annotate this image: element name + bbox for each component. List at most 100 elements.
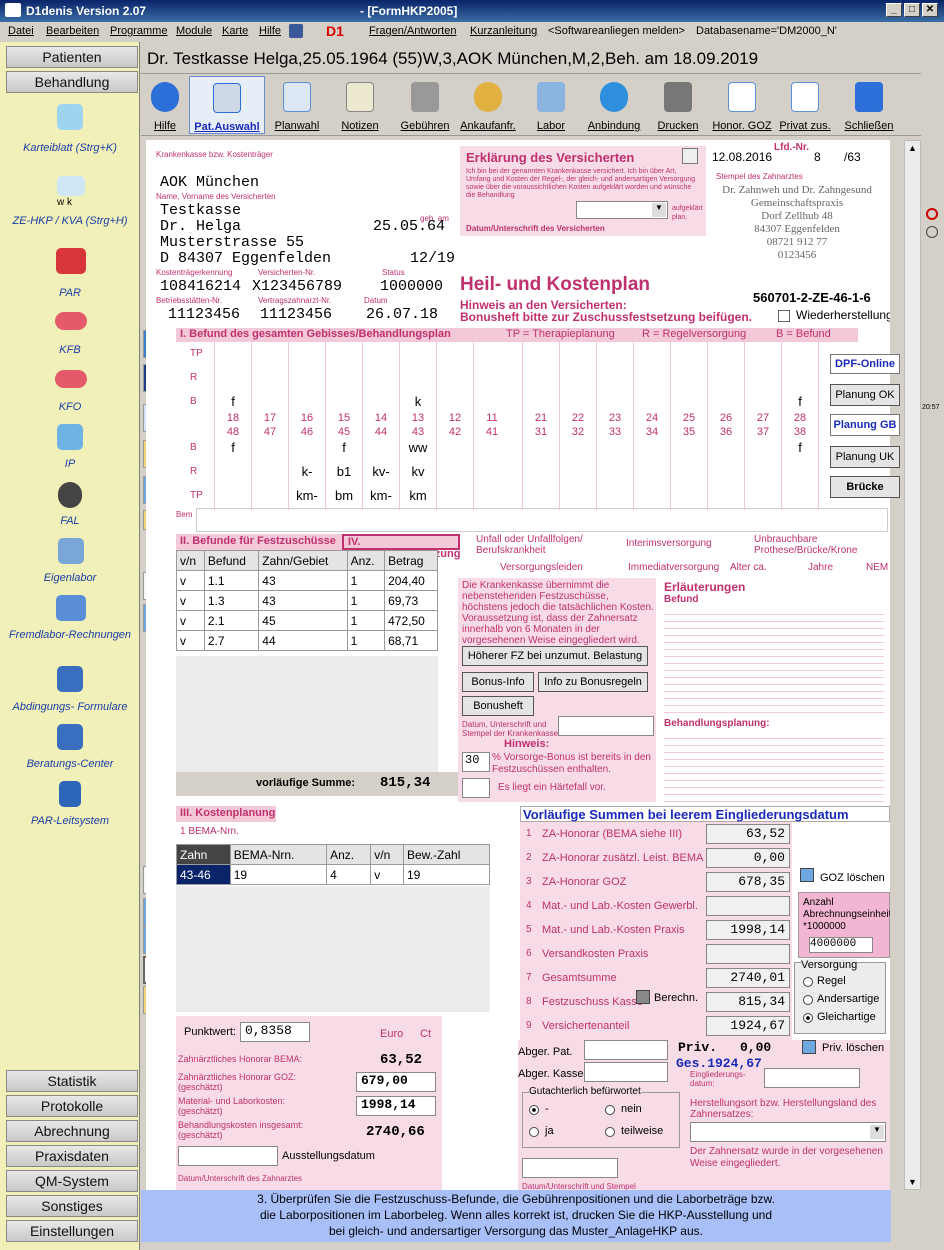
bonusheft-button[interactable]: Bonusheft — [462, 696, 534, 716]
regel-cell[interactable]: k- — [290, 464, 324, 479]
nav-fal[interactable]: FAL — [4, 514, 136, 529]
gutachten-datum-input[interactable] — [522, 1158, 618, 1178]
bonusregeln-button[interactable]: Info zu Bonusregeln — [538, 672, 648, 692]
tp-cell[interactable]: km- — [364, 488, 398, 503]
menu-hilfe[interactable]: Hilfe — [259, 25, 281, 37]
notizen-button[interactable]: Notizen — [331, 76, 389, 134]
schliessen-button[interactable]: Schließen — [841, 76, 897, 134]
gebuehren-button[interactable]: Gebühren — [397, 76, 453, 134]
befund-cell[interactable]: f — [216, 394, 250, 409]
menu-programme[interactable]: Programme — [110, 25, 167, 37]
haertefall-checkbox[interactable] — [462, 778, 490, 798]
befund-cell[interactable]: f — [783, 394, 817, 409]
zuschussfestsetzung-tab[interactable]: IV. Zuschussfestsetzung — [342, 534, 460, 560]
menu-karte[interactable]: Karte — [222, 25, 248, 37]
table-row[interactable]: v 2.7 44 1 68,71 — [176, 630, 438, 651]
summen-row-value[interactable]: 1998,14 — [706, 920, 790, 940]
befund-cell[interactable]: f — [216, 440, 250, 455]
wiederherstellung-checkbox[interactable] — [778, 310, 790, 322]
facebook-icon[interactable] — [289, 24, 303, 38]
tp-cell[interactable]: km- — [290, 488, 324, 503]
head-icon[interactable] — [58, 482, 82, 508]
radio-regel[interactable] — [803, 977, 813, 987]
behandlung-select[interactable]: ▼ — [576, 201, 668, 219]
alarm-clock-icon[interactable] — [926, 208, 938, 220]
toothbrush-icon[interactable] — [57, 424, 83, 450]
checklist-icon[interactable] — [59, 781, 81, 807]
honorar-goz-input[interactable]: 679,00 — [356, 1072, 436, 1092]
help-button[interactable]: Hilfe — [143, 76, 187, 134]
nav-kfb[interactable]: KFB — [4, 343, 136, 358]
herstellungsort-select[interactable]: ▼ — [690, 1122, 886, 1142]
regel-cell[interactable]: kv- — [364, 464, 398, 479]
menu-module[interactable]: Module — [176, 25, 212, 37]
radio-gutachten-teilweise[interactable] — [605, 1127, 615, 1137]
minimize-button[interactable]: _ — [886, 3, 902, 17]
form-user-icon[interactable] — [57, 666, 83, 692]
summen-row-value[interactable]: 815,34 — [706, 992, 790, 1012]
drucken-button[interactable]: Drucken — [653, 76, 703, 134]
befund-cell[interactable]: f — [327, 440, 361, 455]
invoice-icon[interactable] — [56, 595, 86, 621]
ankaufanfr-button[interactable]: Ankaufanfr. — [457, 76, 519, 134]
table-row[interactable]: v 1.1 43 1 204,40 — [176, 570, 438, 591]
regel-cell[interactable]: kv — [401, 464, 435, 479]
tooth-icon[interactable] — [57, 104, 83, 130]
material-input[interactable]: 1998,14 — [356, 1096, 436, 1116]
anzahl-input[interactable]: 4000000 — [809, 937, 873, 953]
privat-zus-button[interactable]: Privat zus. — [777, 76, 833, 134]
table-row[interactable]: v 1.3 43 1 69,73 — [176, 590, 438, 611]
summen-row-value[interactable] — [706, 896, 790, 916]
priv-delete-icon[interactable] — [802, 1040, 816, 1054]
summen-row-value[interactable]: 1924,67 — [706, 1016, 790, 1036]
radio-andersartige[interactable] — [803, 995, 813, 1005]
regel-cell[interactable]: b1 — [327, 464, 361, 479]
teeth-icon[interactable] — [57, 176, 85, 196]
summen-row-value[interactable]: 0,00 — [706, 848, 790, 868]
mouth-icon[interactable] — [55, 312, 87, 330]
eingliederungsdatum-input[interactable] — [764, 1068, 860, 1088]
ausstellungsdatum-input[interactable] — [178, 1146, 278, 1166]
summen-row-value[interactable]: 2740,01 — [706, 968, 790, 988]
tp-cell[interactable]: km — [401, 488, 435, 503]
honor-goz-button[interactable]: Honor. GOZ — [709, 76, 775, 134]
anbindung-button[interactable]: Anbindung — [585, 76, 643, 134]
befund-cell[interactable]: f — [783, 440, 817, 455]
radio-gutachten-none[interactable] — [529, 1105, 539, 1115]
bruecke-button[interactable]: Brücke — [830, 476, 900, 498]
menu-fragen[interactable]: Fragen/Antworten — [369, 25, 456, 37]
consult-icon[interactable] — [57, 724, 83, 750]
nav-eigenlabor[interactable]: Eigenlabor — [4, 571, 136, 586]
planwahl-button[interactable]: Planwahl — [269, 76, 325, 134]
labor-button[interactable]: Labor — [527, 76, 575, 134]
scroll-down-arrow-icon[interactable]: ▼ — [908, 1177, 917, 1187]
sidebar-abrechnung[interactable]: Abrechnung — [6, 1120, 138, 1142]
pat-auswahl-button[interactable]: Pat.Auswahl — [189, 76, 265, 134]
clock-icon[interactable] — [926, 226, 938, 238]
sidebar-behandlung[interactable]: Behandlung — [6, 71, 138, 93]
nav-par[interactable]: PAR — [4, 286, 136, 301]
summen-row-value[interactable]: 678,35 — [706, 872, 790, 892]
nav-kfo[interactable]: KFO — [4, 400, 136, 415]
festzuschuss-tab[interactable]: II. Befunde für Festzuschüsse — [176, 534, 342, 550]
priv-loeschen[interactable]: Priv. löschen — [822, 1042, 884, 1054]
radio-gleichartige[interactable] — [803, 1013, 813, 1023]
dpf-online-button[interactable]: DPF-Online — [830, 354, 900, 374]
nav-par-leitsystem[interactable]: PAR-Leitsystem — [4, 814, 136, 829]
sidebar-qm-system[interactable]: QM-System — [6, 1170, 138, 1192]
menu-softwareanliegen[interactable]: <Softwareanliegen melden> — [548, 25, 685, 37]
bonus-percent-input[interactable]: 30 — [462, 752, 490, 772]
maximize-button[interactable]: □ — [904, 3, 920, 17]
bonus-info-button[interactable]: Bonus-Info — [462, 672, 534, 692]
sidebar-protokolle[interactable]: Protokolle — [6, 1095, 138, 1117]
tp-cell[interactable]: bm — [327, 488, 361, 503]
nav-ze-hkp[interactable]: ZE-HKP / KVA (Strg+H) — [4, 214, 136, 229]
par-icon[interactable] — [56, 248, 86, 274]
bemerkung-field[interactable] — [196, 508, 888, 532]
planung-uk-button[interactable]: Planung UK — [830, 446, 900, 468]
befund-cell[interactable]: ww — [401, 440, 435, 455]
berechn-label[interactable]: Berechn. — [654, 992, 698, 1004]
nav-ip[interactable]: IP — [4, 457, 136, 472]
kasse-sig-field[interactable] — [558, 716, 654, 736]
vertical-scrollbar[interactable]: ▲ ▼ — [904, 140, 921, 1190]
